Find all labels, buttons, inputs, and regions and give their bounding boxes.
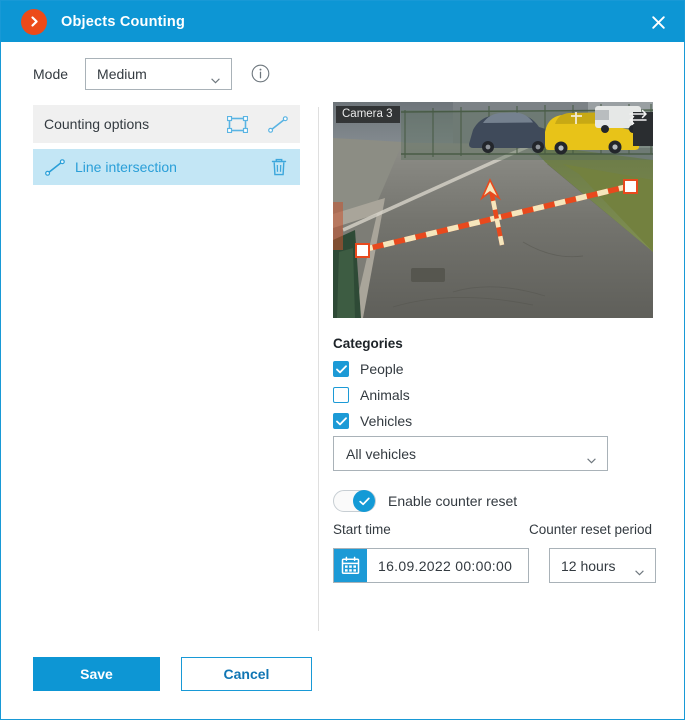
list-item-label: Line intersection [75,159,177,175]
mode-label: Mode [33,65,69,82]
line-handle-start[interactable] [355,243,370,258]
category-label: Animals [360,387,410,403]
panel-divider [318,107,319,631]
close-icon[interactable] [646,10,670,34]
title-bar: Objects Counting [1,1,684,42]
chevron-down-icon [211,71,220,83]
counter-reset-period-select[interactable]: 12 hours [549,548,656,583]
trash-icon[interactable] [270,157,288,182]
line-handle-end[interactable] [623,179,638,194]
line-tool-icon [45,158,65,176]
checkbox-unchecked-icon[interactable] [333,387,349,403]
camera-preview[interactable]: Camera 3 [333,102,653,318]
info-icon[interactable] [251,64,270,83]
checkbox-checked-icon[interactable] [333,361,349,377]
enable-counter-reset-toggle[interactable]: Enable counter reset [333,490,517,512]
counting-options-header: Counting options [33,105,300,143]
camera-scene [333,102,653,318]
checkbox-checked-icon[interactable] [333,413,349,429]
mode-select-value: Medium [97,65,147,82]
toggle-switch[interactable] [333,490,376,512]
swap-direction-icon[interactable] [628,108,648,131]
objects-counting-dialog: Objects Counting Mode Medium Counting op… [0,0,685,720]
category-label: People [360,361,404,377]
start-time-input[interactable]: 16.09.2022 00:00:00 [333,548,529,583]
counter-reset-period-value: 12 hours [561,557,616,574]
start-time-label: Start time [333,522,391,537]
category-label: Vehicles [360,413,413,429]
chevron-down-icon [587,451,596,463]
list-item[interactable]: Line intersection [33,149,300,185]
mode-select[interactable]: Medium [85,57,233,90]
categories-section: Categories People Animals Vehicles [333,336,623,429]
counting-options-title: Counting options [44,116,150,132]
start-time-value: 16.09.2022 00:00:00 [378,557,513,574]
enable-counter-reset-label: Enable counter reset [388,493,518,509]
category-animals[interactable]: Animals [333,387,623,403]
toggle-knob [353,490,375,512]
rectangle-tool-icon[interactable] [226,115,249,138]
category-people[interactable]: People [333,361,623,377]
line-tool-icon[interactable] [268,116,288,138]
category-vehicles[interactable]: Vehicles [333,413,623,429]
mode-row: Mode Medium [1,42,684,105]
save-button[interactable]: Save [33,657,160,691]
vehicle-type-select[interactable]: All vehicles [333,436,608,471]
calendar-icon[interactable] [334,549,367,582]
check-icon [358,497,370,505]
counter-reset-period-label: Counter reset period [529,522,653,537]
chevron-down-icon [635,563,644,575]
chevron-right-circle-icon [21,8,47,35]
vehicle-type-value: All vehicles [346,445,417,462]
page-title: Objects Counting [61,13,186,30]
camera-label: Camera 3 [336,106,400,123]
cancel-button[interactable]: Cancel [181,657,312,691]
categories-title: Categories [333,336,403,351]
counting-options-panel: Counting options Line intersection [33,105,300,185]
